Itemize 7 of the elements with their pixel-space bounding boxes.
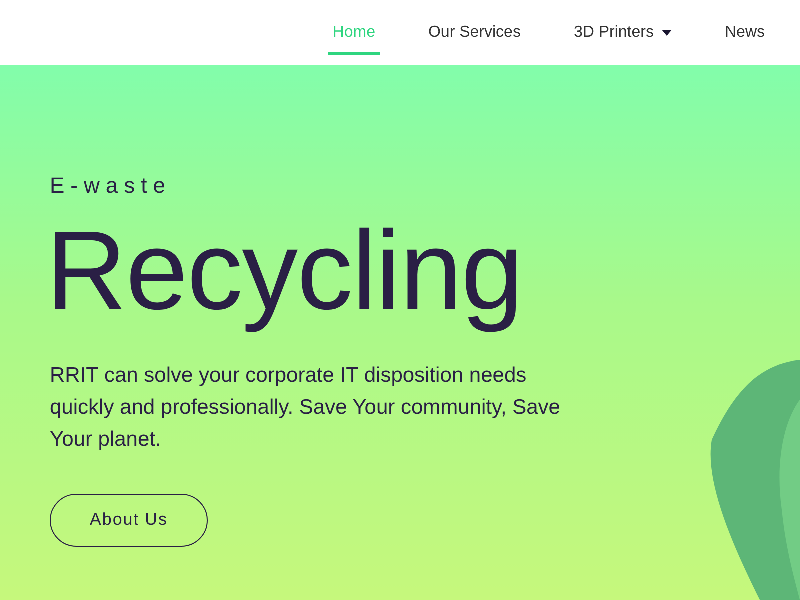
nav-link[interactable]: Our Services (423, 13, 526, 55)
nav-link[interactable]: 3D Printers (568, 13, 677, 55)
hero-title: Recycling (46, 207, 524, 335)
hero-text: RRIT can solve your corporate IT disposition needs quickly and professionally. Save Your community, Save Your planet. (50, 362, 562, 453)
nav-link[interactable]: News (720, 13, 770, 55)
hero-eyebrow: E-waste (50, 173, 172, 199)
about-us-button[interactable]: About Us (50, 494, 208, 547)
